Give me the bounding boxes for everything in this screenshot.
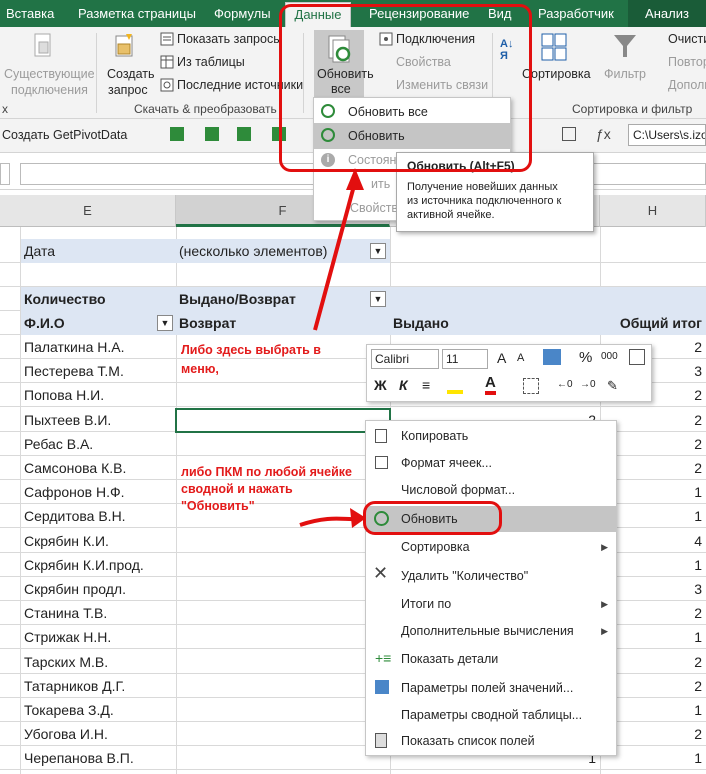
row-name-cell[interactable]: Скрябин К.И.прод.	[21, 553, 176, 577]
recent-sources-icon	[160, 78, 174, 92]
ctx-delete-field[interactable]: Удалить "Количество"	[366, 563, 616, 589]
column-header-e[interactable]: E	[0, 195, 176, 227]
annotation-arrows	[299, 168, 366, 528]
group-label-left: х	[2, 102, 8, 116]
vydano-vozvrat-label: Выдано/Возврат	[176, 287, 706, 311]
row-name-cell[interactable]: Сафронов Н.Ф.	[21, 480, 176, 504]
filter-icon	[614, 35, 636, 57]
row-name-cell[interactable]: Самсонова К.В.	[21, 456, 176, 480]
create-query-label-2[interactable]: запрос	[108, 83, 148, 97]
ctx-show-values-label: Дополнительные вычисления	[401, 624, 574, 638]
row-name-cell[interactable]: Пыхтеев В.И.	[21, 408, 176, 432]
advanced-button[interactable]: Дополн	[668, 78, 706, 92]
row-name-cell[interactable]: Татарников Д.Г.	[21, 674, 176, 698]
existing-connections-label-2[interactable]: подключения	[11, 83, 88, 97]
decrease-decimal-icon[interactable]: →0	[580, 379, 596, 390]
filter-button[interactable]: Фильтр	[604, 67, 646, 81]
row-name-cell[interactable]: Палаткина Н.А.	[21, 335, 176, 359]
file-path-field[interactable]: C:\Users\s.izot	[628, 124, 706, 146]
tooltip-body-line: Получение новейших данных	[407, 181, 558, 193]
fill-color-icon[interactable]	[447, 378, 463, 394]
highlight-data-tab	[279, 4, 532, 172]
filter-label: Дата	[21, 239, 176, 263]
decrease-font-icon[interactable]: A	[517, 352, 524, 364]
from-table-icon	[160, 55, 174, 69]
reapply-button[interactable]: Повтор	[668, 55, 706, 69]
toolbar-icon[interactable]	[170, 127, 184, 141]
row-name-cell[interactable]: Токарева З.Д.	[21, 698, 176, 722]
tab-page-layout[interactable]: Разметка страницы	[78, 0, 196, 27]
increase-decimal-icon[interactable]: ←0	[557, 379, 573, 390]
create-query-icon	[115, 34, 133, 57]
ctx-sort-label: Сортировка	[401, 540, 470, 554]
show-queries-icon	[160, 32, 174, 46]
vydano-label: Выдано	[390, 311, 600, 335]
row-field-dropdown-icon[interactable]: ▼	[157, 315, 173, 331]
font-color-icon[interactable]: A	[485, 375, 496, 395]
name-box[interactable]	[0, 163, 10, 185]
existing-connections-icon	[34, 33, 51, 57]
row-name-cell[interactable]: Скрябин К.И.	[21, 529, 176, 553]
create-query-label[interactable]: Создать	[107, 67, 155, 81]
show-queries-button[interactable]: Показать запросы	[177, 32, 282, 46]
clear-button[interactable]: Очисти	[668, 32, 706, 46]
tooltip-body-line: из источника подключенного к	[407, 195, 562, 207]
submenu-arrow-icon: ▶	[601, 626, 608, 636]
align-icon[interactable]: ≡	[422, 377, 430, 393]
row-name-cell[interactable]: Убогова И.Н.	[21, 722, 176, 746]
from-table-button[interactable]: Из таблицы	[177, 55, 245, 69]
tab-insert[interactable]: Вставка	[6, 0, 54, 27]
getpivotdata-button[interactable]: Создать GetPivotData	[2, 128, 127, 142]
row-name-cell[interactable]: Станина Т.В.	[21, 601, 176, 625]
toolbar-icon[interactable]	[237, 127, 251, 141]
borders-icon[interactable]	[523, 378, 539, 394]
row-name-cell[interactable]: Сердитова В.Н.	[21, 504, 176, 528]
ctx-show-details[interactable]: Показать детали	[366, 646, 616, 672]
group-label-get-transform: Скачать & преобразовать	[134, 102, 277, 116]
row-name-cell[interactable]: Тарских М.В.	[21, 650, 176, 674]
row-name-cell[interactable]: Пестерева Т.М.	[21, 359, 176, 383]
show-details-icon: +≡	[375, 650, 392, 666]
increase-font-icon[interactable]: A	[497, 350, 506, 366]
tooltip-body-line: активной ячейке.	[407, 209, 495, 221]
delete-icon: ✕	[373, 563, 389, 583]
thousands-icon[interactable]: 000	[601, 351, 618, 362]
percent-icon[interactable]: %	[579, 349, 592, 366]
ctx-pivot-options[interactable]: Параметры сводной таблицы...	[366, 702, 616, 728]
function-icon[interactable]: ƒx	[596, 126, 611, 142]
ctx-summarize-by[interactable]: Итоги по ▶	[366, 591, 616, 617]
tab-formulas[interactable]: Формулы	[214, 0, 271, 27]
ctx-value-field-settings[interactable]: Параметры полей значений...	[366, 675, 616, 701]
ctx-show-values-as[interactable]: Дополнительные вычисления ▶	[366, 618, 616, 644]
total-label: Общий итог	[600, 311, 706, 335]
sort-button[interactable]: Сортировка	[522, 67, 591, 81]
row-name-cell[interactable]: Попова Н.И.	[21, 383, 176, 407]
count-label: Количество	[21, 287, 176, 311]
tab-developer[interactable]: Разработчик	[538, 0, 614, 27]
column-header-h[interactable]: H	[600, 195, 706, 227]
field-list-icon	[375, 733, 387, 748]
number-format-icon[interactable]	[543, 349, 561, 365]
merge-icon[interactable]	[629, 349, 645, 365]
font-size-select[interactable]: 11	[442, 349, 488, 369]
group-separator	[96, 33, 97, 113]
tab-analyze[interactable]: Анализ	[628, 0, 706, 27]
row-name-cell[interactable]: Черепанова В.П.	[21, 746, 176, 770]
row-name-cell[interactable]: Скрябин продл.	[21, 577, 176, 601]
format-painter-icon[interactable]: ✎	[607, 378, 618, 394]
ctx-summarize-label: Итоги по	[401, 597, 452, 611]
sort-dialog-icon	[541, 33, 567, 61]
ctx-show-field-list[interactable]: Показать список полей	[366, 728, 616, 754]
toolbar-icon[interactable]	[205, 127, 219, 141]
group-label-sort-filter: Сортировка и фильтр	[572, 102, 693, 116]
submenu-arrow-icon: ▶	[601, 542, 608, 552]
row-name-cell[interactable]: Ребас В.А.	[21, 432, 176, 456]
row-name-cell[interactable]: Стрижак Н.Н.	[21, 625, 176, 649]
submenu-arrow-icon: ▶	[601, 599, 608, 609]
toolbar-icon[interactable]	[562, 127, 576, 141]
existing-connections-label[interactable]: Существующие	[4, 67, 95, 81]
field-settings-icon	[375, 680, 389, 694]
fio-label: Ф.И.О	[21, 311, 176, 335]
